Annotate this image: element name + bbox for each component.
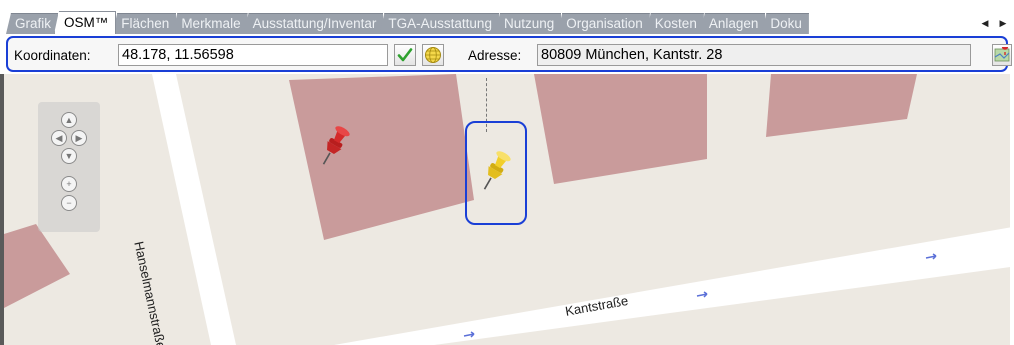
- pan-right-icon: ▶: [75, 132, 83, 143]
- tab-doku[interactable]: Doku: [761, 13, 809, 34]
- globe-icon: [425, 47, 441, 63]
- tab-strip: Grafik OSM™ Flächen Merkmale Ausstattung/Inv…: [0, 0, 1014, 34]
- tab-scroll-right[interactable]: ▶: [996, 14, 1010, 32]
- road-kantstrasse: [334, 226, 1014, 345]
- show-on-map-button[interactable]: [992, 44, 1012, 66]
- map-marker-icon: [994, 47, 1010, 62]
- map-view[interactable]: Hanselmannstraße Kantstraße ▲ ◀ ▶ ▼ + −: [0, 74, 1014, 345]
- building-left: [4, 224, 70, 308]
- building-right: [766, 74, 917, 137]
- coordinates-label: Koordinaten:: [14, 48, 91, 63]
- tab-flächen[interactable]: Flächen: [112, 13, 177, 34]
- zoom-out-icon: −: [66, 197, 72, 208]
- geocode-button[interactable]: [422, 44, 444, 66]
- pan-up-icon: ▲: [64, 114, 74, 125]
- triangle-right-icon: ▶: [999, 17, 1007, 28]
- tab-scroll-left[interactable]: ◀: [978, 14, 992, 32]
- tab-ausstattung-inventar[interactable]: Ausstattung/Inventar: [243, 13, 384, 34]
- tab-merkmale[interactable]: Merkmale: [172, 13, 248, 34]
- coordinates-input[interactable]: 48.178, 11.56598: [118, 44, 388, 66]
- zoom-in-button[interactable]: +: [61, 176, 77, 192]
- address-label: Adresse:: [468, 48, 522, 63]
- pan-left-icon: ◀: [55, 132, 63, 143]
- red-pin-icon[interactable]: [316, 124, 352, 168]
- pan-down-button[interactable]: ▼: [61, 148, 77, 164]
- tab-anlagen[interactable]: Anlagen: [699, 13, 766, 34]
- pan-up-button[interactable]: ▲: [61, 112, 77, 128]
- tab-grafik[interactable]: Grafik: [6, 13, 59, 34]
- tab-organisation[interactable]: Organisation: [557, 13, 650, 34]
- road-hanselmannstrasse: [152, 74, 236, 345]
- building-center-right: [534, 74, 707, 184]
- checkmark-icon: [397, 48, 413, 62]
- location-toolbar: Koordinaten: 48.178, 11.56598 Adresse: 8…: [6, 36, 1012, 72]
- address-field[interactable]: 80809 München, Kantstr. 28: [537, 44, 971, 66]
- map-right-edge: [1010, 74, 1014, 345]
- map-navigation-panel: ▲ ◀ ▶ ▼ + −: [38, 102, 100, 232]
- tab-kosten[interactable]: Kosten: [645, 13, 704, 34]
- zoom-in-icon: +: [66, 178, 72, 189]
- tab-tga-ausstattung[interactable]: TGA-Ausstattung: [379, 13, 499, 34]
- tab-row: Grafik OSM™ Flächen Merkmale Ausstattung/Inv…: [6, 11, 809, 34]
- triangle-left-icon: ◀: [981, 17, 989, 28]
- zoom-out-button[interactable]: −: [61, 195, 77, 211]
- tab-nutzung[interactable]: Nutzung: [494, 13, 562, 34]
- pan-left-button[interactable]: ◀: [51, 130, 67, 146]
- pan-right-button[interactable]: ▶: [71, 130, 87, 146]
- confirm-coordinates-button[interactable]: [394, 44, 416, 66]
- pan-down-icon: ▼: [64, 150, 74, 161]
- tab-osm[interactable]: OSM™: [54, 11, 117, 34]
- selected-pin-highlight: [465, 121, 527, 225]
